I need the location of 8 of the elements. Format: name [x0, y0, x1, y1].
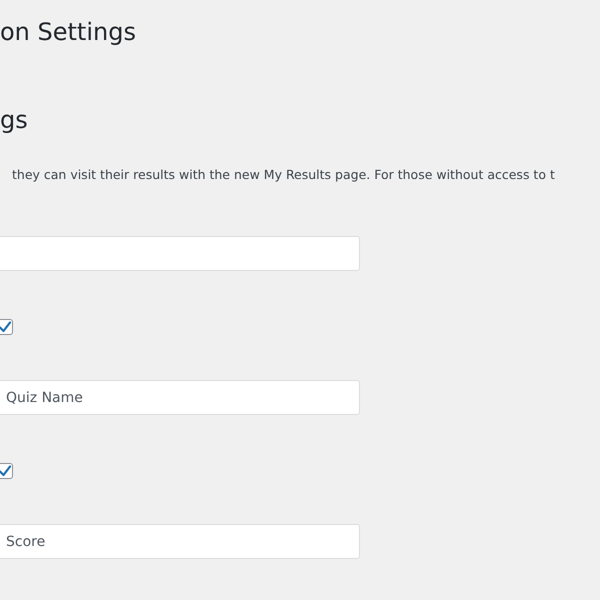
checkbox[interactable]	[0, 463, 13, 479]
checkbox[interactable]	[0, 319, 13, 335]
section-description: they can visit their results with the new My Results page. For those without access to t	[12, 166, 556, 184]
page-title: on Settings	[0, 17, 137, 48]
text-field[interactable]: Quiz Name	[0, 380, 360, 415]
text-field[interactable]: Score	[0, 524, 360, 559]
section-title: gs	[0, 105, 29, 136]
text-field[interactable]	[0, 236, 360, 271]
